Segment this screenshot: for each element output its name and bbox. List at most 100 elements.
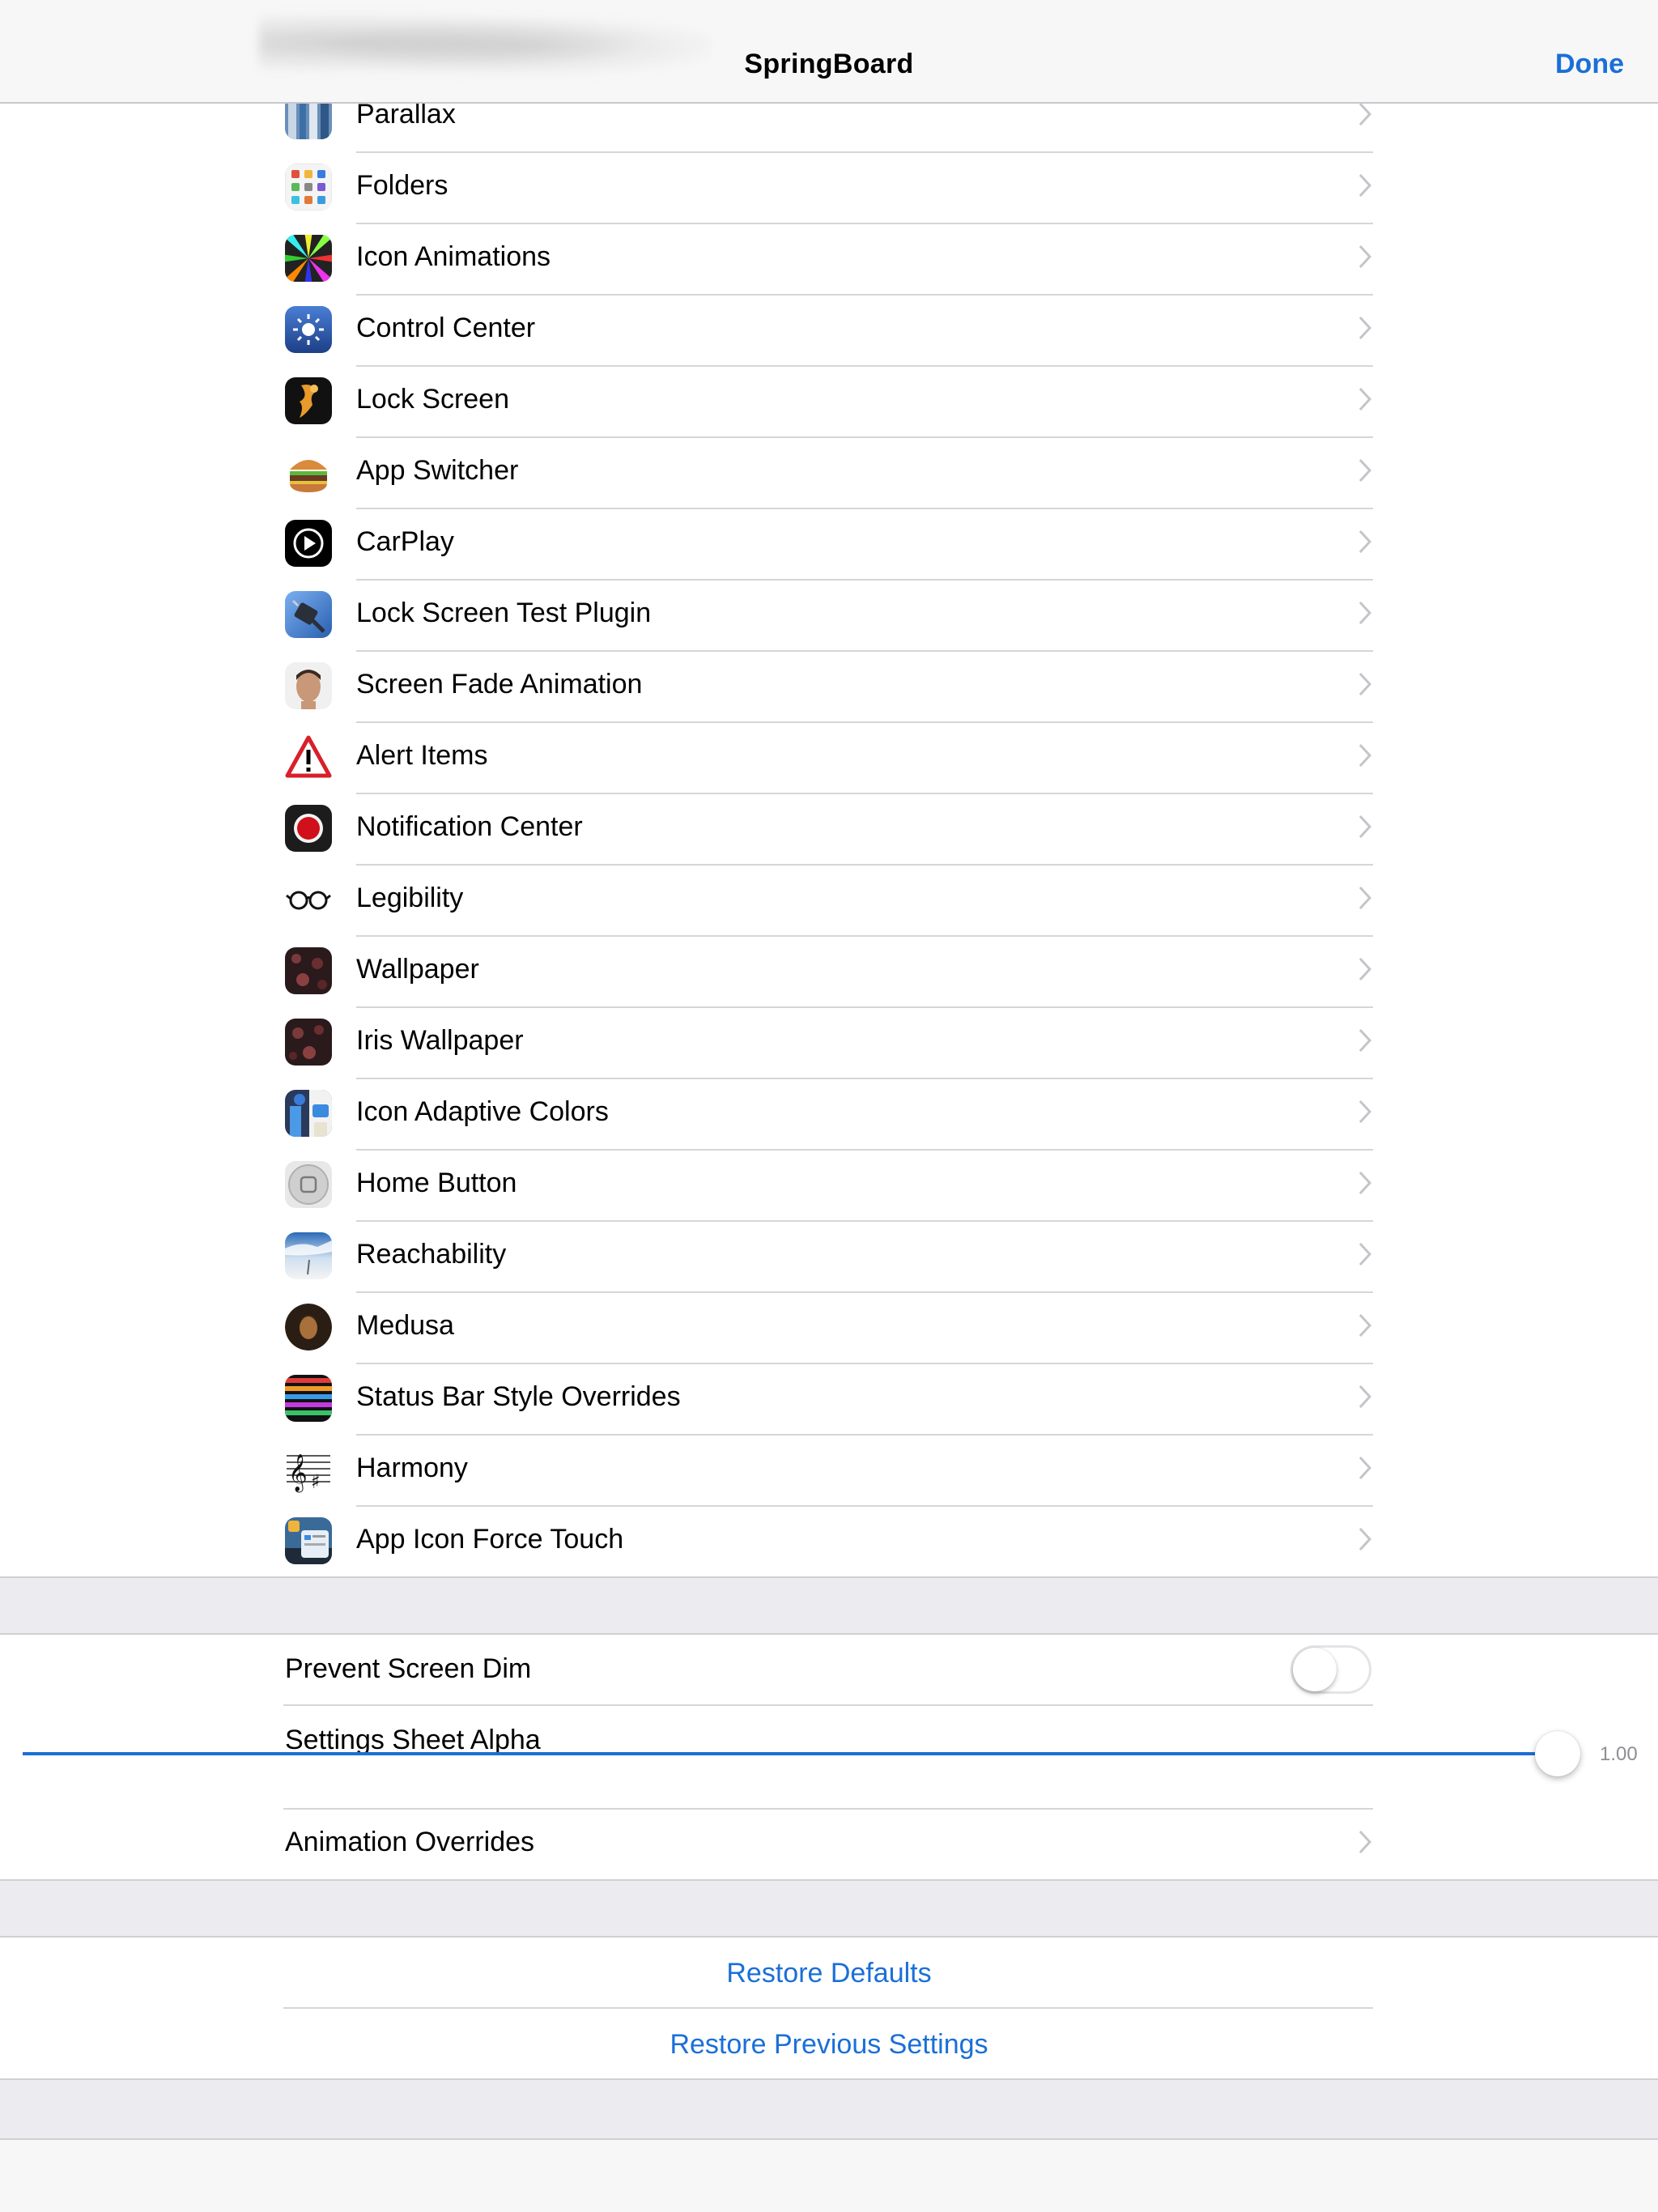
chevron-right-icon bbox=[1358, 815, 1371, 839]
chevron-right-icon bbox=[1358, 245, 1371, 269]
restore-previous-settings-button[interactable]: Restore Previous Settings bbox=[0, 2029, 1658, 2061]
list-item-icon-animations[interactable]: Icon Animations bbox=[283, 223, 1373, 295]
list-item-home-button[interactable]: Home Button bbox=[283, 1150, 1373, 1221]
chevron-right-icon bbox=[1358, 458, 1371, 483]
face-icon bbox=[285, 662, 332, 709]
item-label: Notification Center bbox=[356, 811, 583, 842]
chevron-right-icon bbox=[1358, 1028, 1371, 1053]
medusa-icon bbox=[285, 1304, 332, 1351]
separator bbox=[283, 2007, 1373, 2009]
list-item-medusa[interactable]: Medusa bbox=[283, 1292, 1373, 1363]
chevron-right-icon bbox=[1358, 1456, 1371, 1480]
list-item-app-switcher[interactable]: App Switcher bbox=[283, 437, 1373, 508]
item-label: Lock Screen bbox=[356, 384, 509, 415]
item-label: Lock Screen Test Plugin bbox=[356, 598, 652, 628]
settings-sheet-alpha-slider-thumb[interactable] bbox=[1535, 1731, 1580, 1776]
chevron-right-icon bbox=[1358, 672, 1371, 696]
item-label: Icon Adaptive Colors bbox=[356, 1096, 609, 1127]
chevron-right-icon bbox=[1358, 1100, 1371, 1124]
navigation-bar: SpringBoard Done bbox=[0, 0, 1658, 104]
prevent-screen-dim-label: Prevent Screen Dim bbox=[285, 1653, 532, 1684]
chevron-right-icon bbox=[1358, 1527, 1371, 1551]
chevron-right-icon bbox=[1358, 102, 1371, 126]
settings-sheet-alpha-slider-track[interactable] bbox=[23, 1752, 1558, 1755]
list-item-legibility[interactable]: Legibility bbox=[283, 865, 1373, 936]
toggle-knob bbox=[1293, 1648, 1337, 1691]
item-label: Iris Wallpaper bbox=[356, 1025, 524, 1056]
warning-icon bbox=[285, 734, 332, 781]
chevron-right-icon bbox=[1358, 957, 1371, 981]
chevron-right-icon bbox=[1358, 316, 1371, 340]
item-label: Alert Items bbox=[356, 740, 488, 771]
page-title: SpringBoard bbox=[744, 49, 914, 79]
restore-defaults-button[interactable]: Restore Defaults bbox=[0, 1958, 1658, 1989]
bottom-toolbar bbox=[0, 2140, 1658, 2212]
list-item-carplay[interactable]: CarPlay bbox=[283, 508, 1373, 580]
separator bbox=[283, 1704, 1373, 1706]
chevron-right-icon bbox=[1358, 1830, 1371, 1854]
item-label: App Switcher bbox=[356, 455, 519, 486]
list-item-folders[interactable]: Folders bbox=[283, 152, 1373, 223]
svg-text:𝄞: 𝄞 bbox=[288, 1454, 308, 1493]
chevron-right-icon bbox=[1358, 1313, 1371, 1338]
item-label: Icon Animations bbox=[356, 241, 551, 272]
item-label: Harmony bbox=[356, 1453, 468, 1483]
force-touch-icon bbox=[285, 1517, 332, 1564]
status-bar-icon bbox=[285, 1375, 332, 1422]
item-label: Screen Fade Animation bbox=[356, 669, 643, 700]
item-label: Medusa bbox=[356, 1310, 454, 1341]
list-item-notification-center[interactable]: Notification Center bbox=[283, 793, 1373, 865]
list-item-reachability[interactable]: Reachability bbox=[283, 1221, 1373, 1292]
section-gap bbox=[0, 1879, 1658, 1938]
chevron-right-icon bbox=[1358, 173, 1371, 198]
music-notes-icon: 𝄞 ♯ bbox=[285, 1446, 332, 1493]
list-item-iris-wallpaper[interactable]: Iris Wallpaper bbox=[283, 1007, 1373, 1078]
item-label: Legibility bbox=[356, 883, 464, 913]
animation-overrides-label: Animation Overrides bbox=[285, 1827, 535, 1857]
glasses-icon bbox=[285, 876, 332, 923]
list-item-harmony[interactable]: 𝄞 ♯ Harmony bbox=[283, 1435, 1373, 1506]
list-item-wallpaper[interactable]: Wallpaper bbox=[283, 936, 1373, 1007]
lock-screen-icon bbox=[285, 377, 332, 424]
list-item-lock-screen[interactable]: Lock Screen bbox=[283, 366, 1373, 437]
list-item-alert-items[interactable]: Alert Items bbox=[283, 722, 1373, 793]
chevron-right-icon bbox=[1358, 1242, 1371, 1266]
control-center-icon bbox=[285, 306, 332, 353]
chevron-right-icon bbox=[1358, 886, 1371, 910]
record-icon bbox=[285, 805, 332, 852]
item-label: Wallpaper bbox=[356, 954, 479, 985]
item-label: Folders bbox=[356, 170, 449, 201]
plug-icon bbox=[285, 591, 332, 638]
list-item-screen-fade-animation[interactable]: Screen Fade Animation bbox=[283, 651, 1373, 722]
reachability-icon bbox=[285, 1232, 332, 1279]
item-label: App Icon Force Touch bbox=[356, 1524, 624, 1555]
chevron-right-icon bbox=[1358, 601, 1371, 625]
chevron-right-icon bbox=[1358, 530, 1371, 554]
list-item-status-bar-style-overrides[interactable]: Status Bar Style Overrides bbox=[283, 1363, 1373, 1435]
item-label: Reachability bbox=[356, 1239, 507, 1270]
item-label: Home Button bbox=[356, 1168, 517, 1198]
section-gap bbox=[0, 2078, 1658, 2140]
item-label: Status Bar Style Overrides bbox=[356, 1381, 681, 1412]
chevron-right-icon bbox=[1358, 1171, 1371, 1195]
list-item-app-icon-force-touch[interactable]: App Icon Force Touch bbox=[283, 1506, 1373, 1577]
icon-animations-icon bbox=[285, 235, 332, 282]
list-item-control-center[interactable]: Control Center bbox=[283, 295, 1373, 366]
burger-icon bbox=[285, 449, 332, 496]
svg-text:♯: ♯ bbox=[311, 1470, 321, 1493]
item-label: Control Center bbox=[356, 313, 536, 343]
prevent-screen-dim-toggle[interactable] bbox=[1290, 1645, 1371, 1694]
item-label: CarPlay bbox=[356, 526, 454, 557]
section-gap bbox=[0, 1576, 1658, 1635]
list-item-icon-adaptive-colors[interactable]: Icon Adaptive Colors bbox=[283, 1078, 1373, 1150]
done-button[interactable]: Done bbox=[1555, 49, 1624, 80]
chevron-right-icon bbox=[1358, 387, 1371, 411]
adaptive-colors-icon bbox=[285, 1090, 332, 1137]
chevron-right-icon bbox=[1358, 743, 1371, 768]
list-item-lock-screen-test-plugin[interactable]: Lock Screen Test Plugin bbox=[283, 580, 1373, 651]
carplay-icon bbox=[285, 520, 332, 567]
folders-icon bbox=[285, 164, 332, 211]
chevron-right-icon bbox=[1358, 1385, 1371, 1409]
iris-wallpaper-icon bbox=[285, 1019, 332, 1066]
animation-overrides-row[interactable]: Animation Overrides bbox=[283, 1809, 1373, 1880]
